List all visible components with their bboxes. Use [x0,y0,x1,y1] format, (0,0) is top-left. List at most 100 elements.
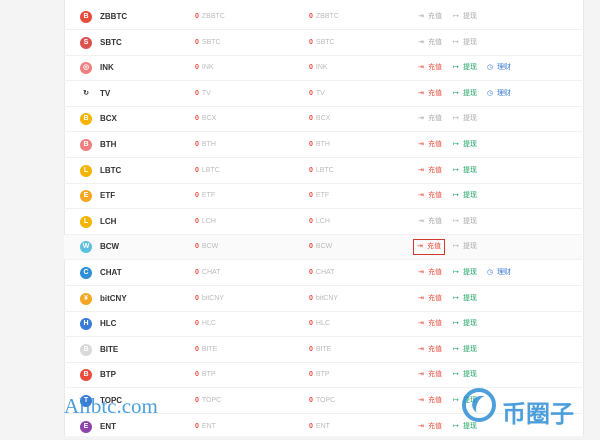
coin-symbol: BITE [100,344,119,354]
withdraw-button[interactable]: ↦ 提现 [453,241,477,253]
frozen-balance: 0 LBTC [309,166,334,174]
frozen-balance: 0 SBTC [309,38,335,46]
withdraw-button[interactable]: ↦ 提现 [453,369,477,381]
available-balance: 0 bitCNY [195,294,225,302]
coin-symbol: ZBBTC [100,12,128,21]
asset-row-bite: B BITE 0 BITE 0 BITE ⇥ 充值 ↦ 提现 [64,338,582,363]
withdraw-icon: ↦ [453,320,459,328]
withdraw-icon: ↦ [453,64,459,72]
withdraw-button[interactable]: ↦ 提现 [453,88,477,100]
coin-symbol: bitCNY [100,293,127,303]
deposit-button[interactable]: ⇥ 充值 [418,190,442,202]
deposit-icon: ⇥ [418,166,424,174]
coin-icon: B [80,11,92,23]
deposit-button[interactable]: ⇥ 充值 [418,421,442,433]
deposit-icon: ⇥ [418,269,424,276]
frozen-balance: 0 BCX [309,115,331,123]
available-balance: 0 LBTC [195,166,220,174]
coin-icon: L [80,164,92,177]
coin-symbol: BCW [100,242,120,252]
asset-row-tv: ↻ TV 0 TV 0 TV ⇥ 充值 ↦ 提现 ◷ 理财 [64,82,582,107]
finance-icon: ◷ [487,64,494,72]
asset-row-etf: E ETF 0 ETF 0 ETF ⇥ 充值 ↦ 提现 [64,184,582,210]
deposit-icon: ⇥ [418,217,424,225]
withdraw-button[interactable]: ↦ 提现 [453,216,477,228]
deposit-button[interactable]: ⇥ 充值 [418,62,442,74]
asset-row-bcx: B BCX 0 BCX 0 BCX ⇥ 充值 ↦ 提现 [64,107,582,133]
withdraw-button[interactable]: ↦ 提现 [453,139,477,151]
deposit-button[interactable]: ⇥ 充值 [418,165,442,177]
frozen-balance: 0 BTP [309,371,330,379]
deposit-button[interactable]: ⇥ 充值 [413,239,445,256]
coin-symbol: TV [100,88,111,98]
finance-button[interactable]: ◷ 理财 [487,62,511,74]
withdraw-icon: ↦ [453,38,459,46]
withdraw-icon: ↦ [453,166,459,174]
deposit-button[interactable]: ⇥ 充值 [418,293,442,305]
coin-icon: C [80,267,92,279]
withdraw-button[interactable]: ↦ 提现 [453,267,477,279]
deposit-button[interactable]: ⇥ 充值 [418,11,442,23]
withdraw-icon: ↦ [453,243,459,251]
finance-icon: ◷ [487,269,494,276]
asset-row-bth: B BTH 0 BTH 0 BTH ⇥ 充值 ↦ 提现 [64,133,582,158]
withdraw-button[interactable]: ↦ 提现 [453,318,477,330]
withdraw-icon: ↦ [453,115,459,123]
deposit-icon: ⇥ [418,345,424,353]
deposit-button[interactable]: ⇥ 充值 [418,139,442,151]
available-balance: 0 BTH [195,141,216,148]
deposit-button[interactable]: ⇥ 充值 [418,88,442,100]
withdraw-button[interactable]: ↦ 提现 [453,37,477,49]
deposit-button[interactable]: ⇥ 充值 [418,216,442,228]
available-balance: 0 ETF [195,192,216,200]
deposit-button[interactable]: ⇥ 充值 [418,395,442,407]
deposit-icon: ⇥ [418,13,424,20]
watermark-alibtc: Alibtc.com [64,394,158,418]
coin-symbol: BTP [100,370,116,380]
withdraw-icon: ↦ [453,397,459,404]
coin-symbol: ETF [100,191,116,201]
deposit-icon: ⇥ [418,192,424,200]
frozen-balance: 0 BTH [309,141,330,148]
deposit-icon: ⇥ [418,115,424,123]
coin-icon: ¥ [80,292,92,305]
withdraw-button[interactable]: ↦ 提现 [453,113,477,125]
frozen-balance: 0 ENT [309,422,330,430]
frozen-balance: 0 CHAT [309,269,335,276]
coin-icon: S [80,36,92,49]
asset-row-btp: B BTP 0 BTP 0 BTP ⇥ 充值 ↦ 提现 [64,363,582,389]
coin-symbol: LBTC [100,165,122,175]
withdraw-button[interactable]: ↦ 提现 [453,165,477,177]
deposit-button[interactable]: ⇥ 充值 [418,267,442,279]
deposit-icon: ⇥ [418,371,424,379]
withdraw-icon: ↦ [453,192,459,200]
asset-row-zbbtc: B ZBBTC 0 ZBBTC 0 ZBBTC ⇥ 充值 ↦ 提现 [64,5,582,30]
withdraw-button[interactable]: ↦ 提现 [453,11,477,23]
finance-button[interactable]: ◷ 理财 [487,267,511,279]
withdraw-icon: ↦ [453,371,459,379]
coin-symbol: HLC [100,319,117,329]
frozen-balance: 0 TV [309,89,325,97]
withdraw-button[interactable]: ↦ 提现 [453,190,477,202]
available-balance: 0 LCH [195,217,216,225]
available-balance: 0 BCW [195,243,219,251]
coin-icon: H [80,318,92,331]
withdraw-button[interactable]: ↦ 提现 [453,344,477,356]
withdraw-button[interactable]: ↦ 提现 [453,293,477,305]
frozen-balance: 0 ETF [309,192,330,200]
deposit-button[interactable]: ⇥ 充值 [418,369,442,381]
available-balance: 0 CHAT [195,269,221,276]
withdraw-icon: ↦ [453,294,459,302]
coin-icon: E [80,190,92,203]
deposit-button[interactable]: ⇥ 充值 [418,318,442,330]
deposit-button[interactable]: ⇥ 充值 [418,344,442,356]
deposit-button[interactable]: ⇥ 充值 [418,37,442,49]
asset-row-bitcny: ¥ bitCNY 0 bitCNY 0 bitCNY ⇥ 充值 ↦ 提现 [64,287,582,312]
finance-button[interactable]: ◷ 理财 [487,88,511,100]
deposit-button[interactable]: ⇥ 充值 [418,113,442,125]
withdraw-button[interactable]: ↦ 提现 [453,62,477,74]
deposit-icon: ⇥ [418,422,424,430]
asset-row-bcw: W BCW 0 BCW 0 BCW ⇥ 充值 ↦ 提现 [64,235,582,261]
withdraw-button[interactable]: ↦ 提现 [453,421,477,433]
asset-row-ink: ◎ INK 0 INK 0 INK ⇥ 充值 ↦ 提现 ◷ 理财 [64,56,582,82]
